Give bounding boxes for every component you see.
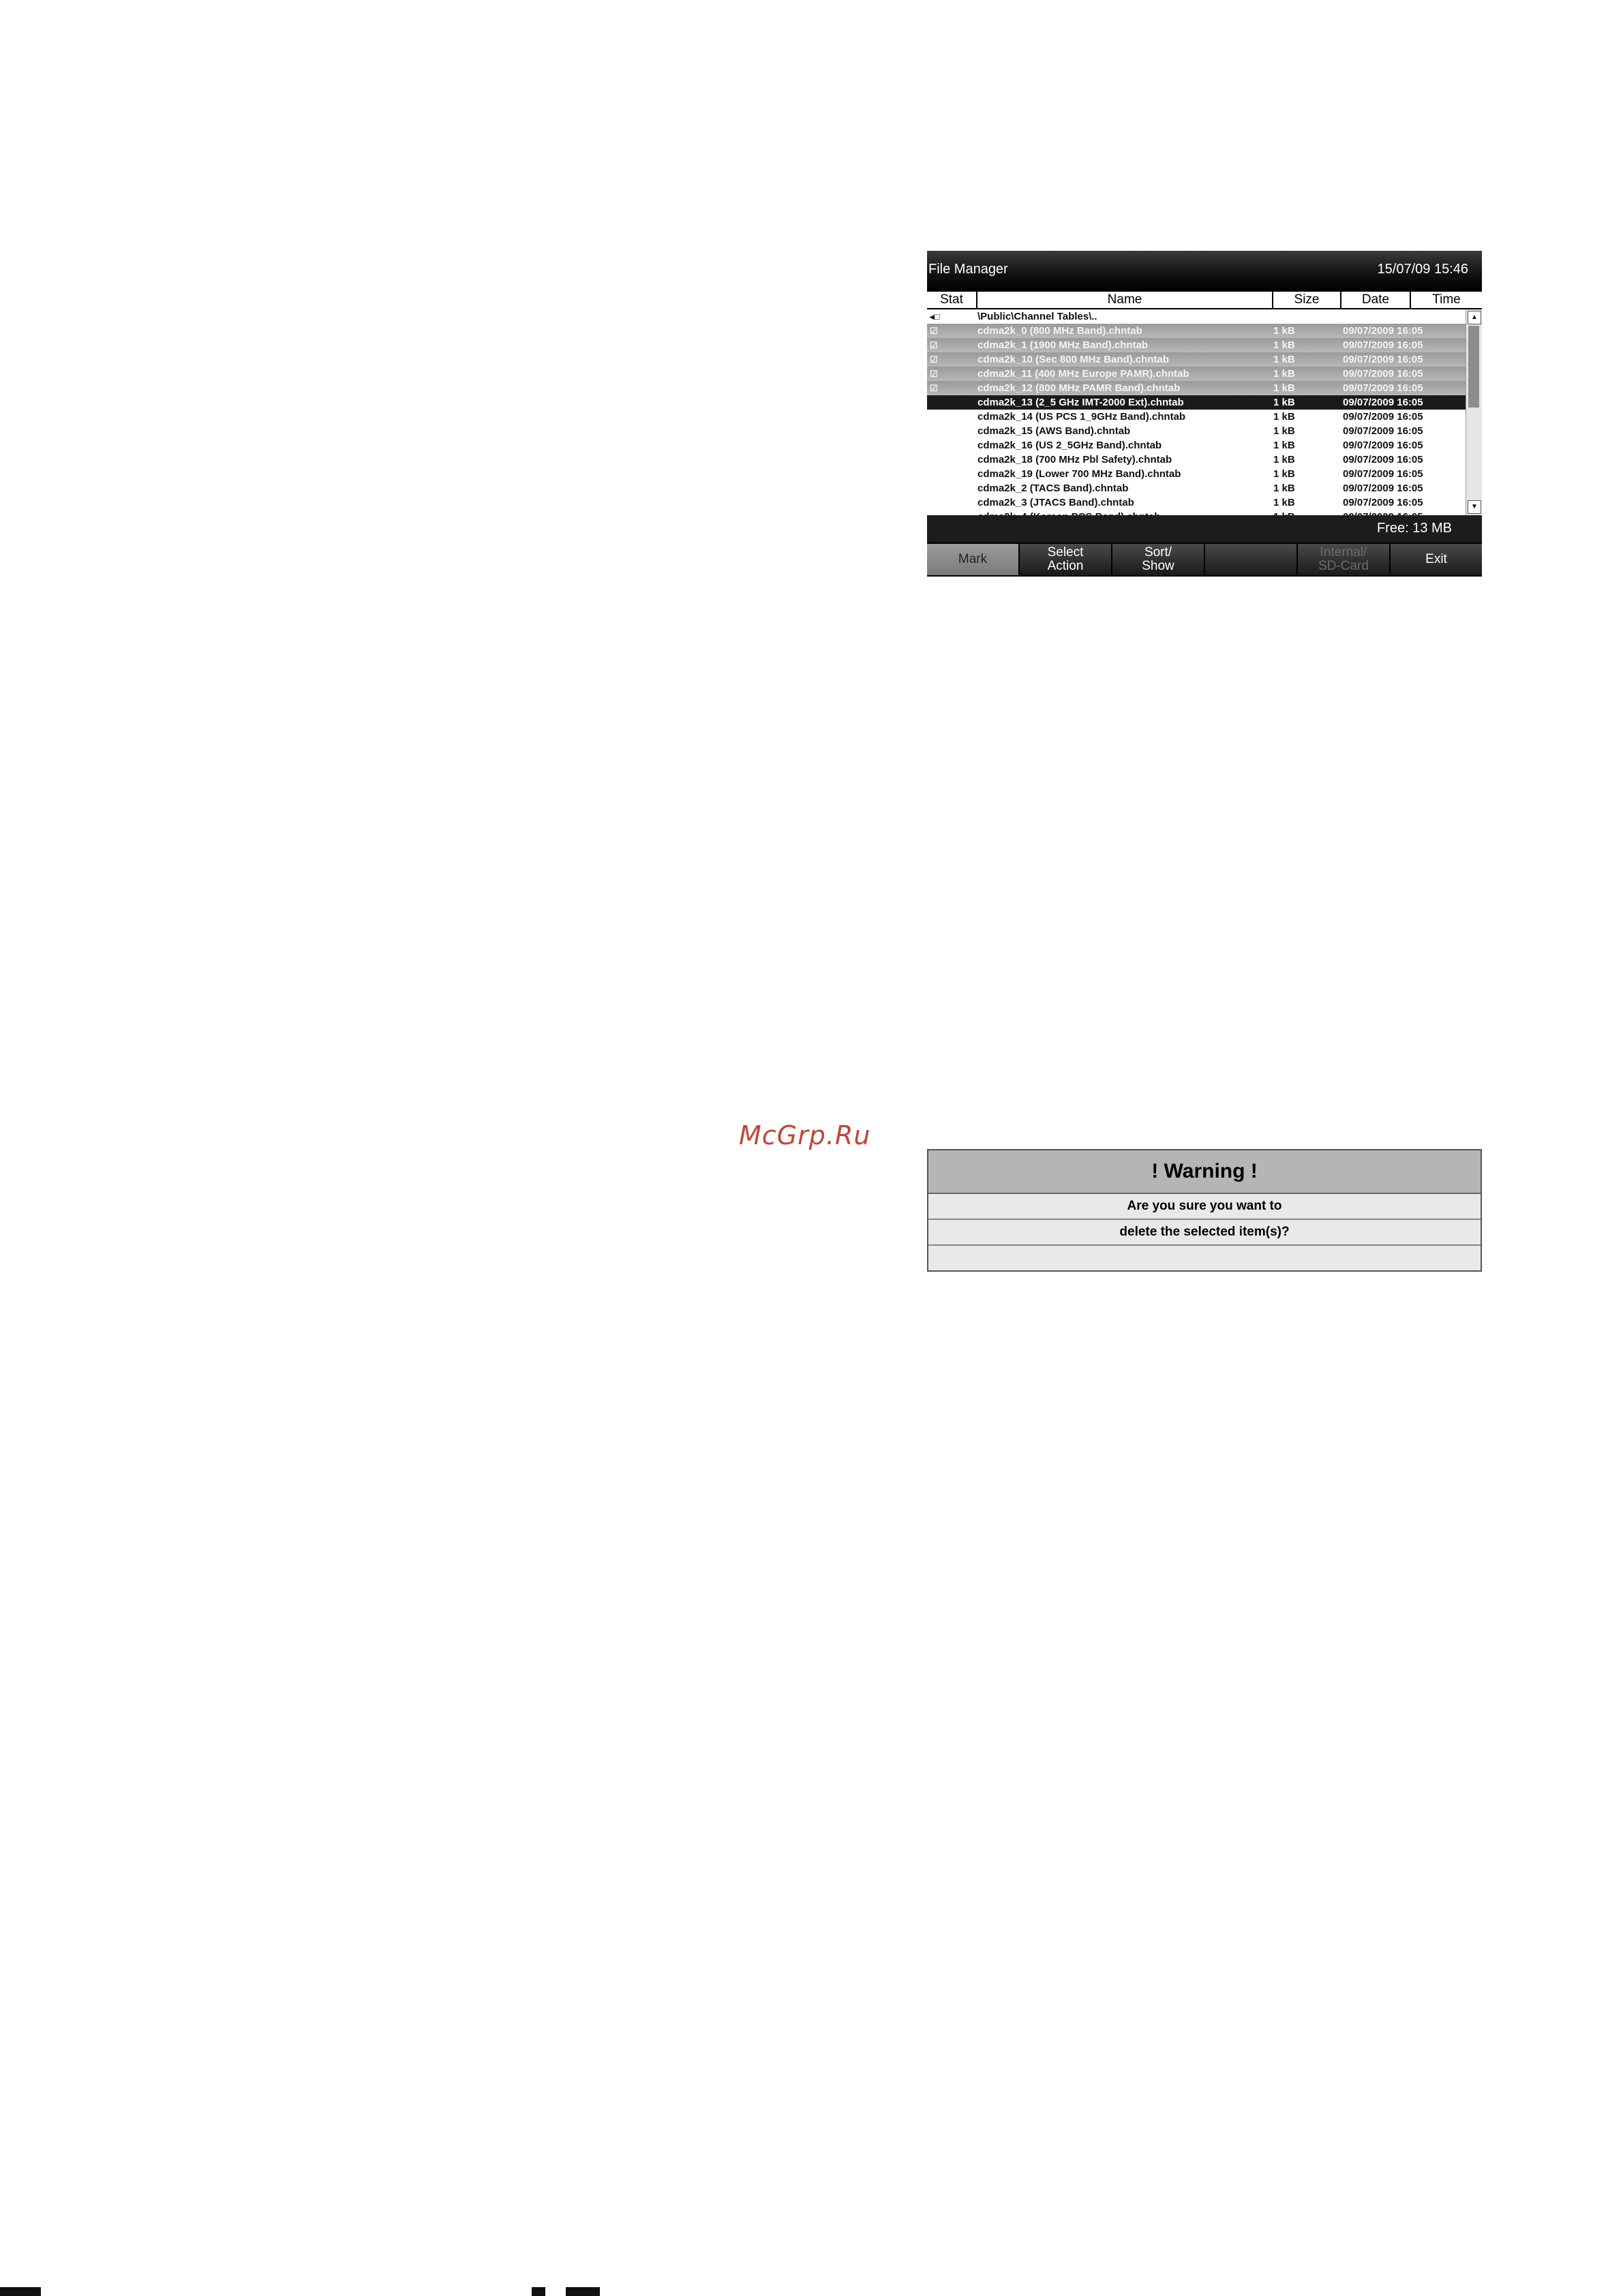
file-datetime: 09/07/2009 16:05 xyxy=(1343,397,1423,408)
column-header-time[interactable]: Time xyxy=(1411,292,1482,307)
free-space: Free: 13 MB xyxy=(1376,521,1452,536)
warning-dialog: ! Warning ! Are you sure you want to del… xyxy=(927,1149,1482,1272)
file-name: cdma2k_0 (800 MHz Band).chntab xyxy=(977,325,1142,337)
file-row[interactable]: cdma2k_18 (700 MHz Pbl Safety).chntab 1 k… xyxy=(927,453,1466,467)
mark-checkbox-icon: ☑ xyxy=(930,354,938,365)
status-bar: Free: 13 MB xyxy=(927,515,1482,542)
file-row[interactable]: ☑ cdma2k_0 (800 MHz Band).chntab 1 kB 09/07… xyxy=(927,324,1466,338)
file-size: 1 kB xyxy=(1273,339,1295,351)
cut-off-fragments xyxy=(0,2282,1623,2296)
file-list[interactable]: ◂□ \Public\Channel Tables\.. ☑ cdma2k_0 (… xyxy=(927,309,1466,594)
file-row[interactable]: ☑ cdma2k_1 (1900 MHz Band).chntab 1 kB 09/0… xyxy=(927,338,1466,352)
warning-title: ! Warning ! xyxy=(928,1150,1481,1194)
file-size: 1 kB xyxy=(1273,425,1295,437)
file-datetime: 09/07/2009 16:05 xyxy=(1343,325,1423,337)
scrollbar[interactable]: ▲ ▼ xyxy=(1466,309,1482,515)
file-datetime: 09/07/2009 16:05 xyxy=(1343,382,1423,394)
exit-button[interactable]: Exit xyxy=(1391,544,1482,575)
file-datetime: 09/07/2009 16:05 xyxy=(1343,454,1423,465)
column-headers: Stat Name Size Date Time xyxy=(927,292,1482,309)
file-manager-window: File Manager 15/07/09 15:46 Stat Name Si… xyxy=(927,251,1482,667)
warning-message-line-2: delete the selected item(s)? xyxy=(928,1220,1481,1246)
scroll-thumb[interactable] xyxy=(1468,326,1479,408)
softkey-bar: Mark Select Action Sort/ Show Internal/ … xyxy=(927,542,1482,667)
file-size: 1 kB xyxy=(1273,382,1295,394)
file-datetime: 09/07/2009 16:05 xyxy=(1343,425,1423,437)
warning-message-line-1: Are you sure you want to xyxy=(928,1194,1481,1220)
mark-button[interactable]: Mark xyxy=(927,544,1018,575)
file-size: 1 kB xyxy=(1273,325,1295,337)
file-name: cdma2k_1 (1900 MHz Band).chntab xyxy=(977,339,1149,351)
scroll-down-icon[interactable]: ▼ xyxy=(1468,500,1481,514)
file-name: cdma2k_16 (US 2_5GHz Band).chntab xyxy=(977,440,1162,451)
file-datetime: 09/07/2009 16:05 xyxy=(1343,368,1423,380)
parent-folder-row[interactable]: ◂□ \Public\Channel Tables\.. xyxy=(927,309,1466,324)
file-name: cdma2k_2 (TACS Band).chntab xyxy=(977,483,1129,494)
file-row[interactable]: ☑ cdma2k_11 (400 MHz Europe PAMR).chntab 1… xyxy=(927,367,1466,381)
title-bar: File Manager 15/07/09 15:46 xyxy=(927,251,1482,292)
file-size: 1 kB xyxy=(1273,483,1295,494)
file-row[interactable]: cdma2k_13 (2_5 GHz IMT-2000 Ext).chntab 1… xyxy=(927,395,1466,410)
file-name: cdma2k_10 (Sec 800 MHz Band).chntab xyxy=(977,354,1169,365)
file-name: cdma2k_19 (Lower 700 MHz Band).chntab xyxy=(977,468,1181,480)
file-datetime: 09/07/2009 16:05 xyxy=(1343,440,1423,451)
file-datetime: 09/07/2009 16:05 xyxy=(1343,497,1423,508)
watermark-text: McGrp.Ru xyxy=(739,1120,871,1150)
file-name: cdma2k_11 (400 MHz Europe PAMR).chntab xyxy=(977,368,1189,380)
mark-checkbox-icon: ☑ xyxy=(930,383,938,393)
file-datetime: 09/07/2009 16:05 xyxy=(1343,483,1423,494)
file-row[interactable]: ☑ cdma2k_10 (Sec 800 MHz Band).chntab 1 kB… xyxy=(927,352,1466,367)
sort-show-button[interactable]: Sort/ Show xyxy=(1112,544,1204,575)
column-header-date[interactable]: Date xyxy=(1341,292,1410,307)
file-size: 1 kB xyxy=(1273,440,1295,451)
mark-checkbox-icon: ☑ xyxy=(930,326,938,336)
file-name: cdma2k_12 (800 MHz PAMR Band).chntab xyxy=(977,382,1181,394)
column-header-size[interactable]: Size xyxy=(1273,292,1340,307)
file-size: 1 kB xyxy=(1273,454,1295,465)
file-row[interactable]: cdma2k_16 (US 2_5GHz Band).chntab 1 kB 09/… xyxy=(927,438,1466,453)
blank-softkey[interactable] xyxy=(1205,544,1296,575)
column-header-stat[interactable]: Stat xyxy=(927,292,976,307)
file-name: cdma2k_18 (700 MHz Pbl Safety).chntab xyxy=(977,454,1172,465)
file-datetime: 09/07/2009 16:05 xyxy=(1343,354,1423,365)
file-row[interactable]: ☑ cdma2k_12 (800 MHz PAMR Band).chntab 1 k… xyxy=(927,381,1466,395)
file-size: 1 kB xyxy=(1273,497,1295,508)
file-row[interactable]: cdma2k_19 (Lower 700 MHz Band).chntab 1 k… xyxy=(927,467,1466,481)
file-name: cdma2k_15 (AWS Band).chntab xyxy=(977,425,1131,437)
clock: 15/07/09 15:46 xyxy=(1377,262,1468,277)
window-title: File Manager xyxy=(928,262,1008,277)
file-name: cdma2k_3 (JTACS Band).chntab xyxy=(977,497,1134,508)
mark-checkbox-icon: ☑ xyxy=(930,369,938,379)
file-row[interactable]: cdma2k_14 (US PCS 1_9GHz Band).chntab 1 k… xyxy=(927,410,1466,424)
file-name: cdma2k_14 (US PCS 1_9GHz Band).chntab xyxy=(977,411,1186,423)
file-name: cdma2k_13 (2_5 GHz IMT-2000 Ext).chntab xyxy=(977,397,1184,408)
file-size: 1 kB xyxy=(1273,354,1295,365)
file-row[interactable]: cdma2k_2 (TACS Band).chntab 1 kB 09/07/200… xyxy=(927,481,1466,495)
select-action-button[interactable]: Select Action xyxy=(1020,544,1111,575)
file-datetime: 09/07/2009 16:05 xyxy=(1343,411,1423,423)
folder-up-icon: ◂□ xyxy=(930,311,940,322)
file-size: 1 kB xyxy=(1273,468,1295,480)
file-row[interactable]: cdma2k_15 (AWS Band).chntab 1 kB 09/07/200… xyxy=(927,424,1466,438)
file-size: 1 kB xyxy=(1273,397,1295,408)
mark-checkbox-icon: ☑ xyxy=(930,340,938,350)
file-datetime: 09/07/2009 16:05 xyxy=(1343,339,1423,351)
scroll-up-icon[interactable]: ▲ xyxy=(1468,311,1481,324)
warning-empty-line xyxy=(928,1246,1481,1270)
file-row[interactable]: cdma2k_3 (JTACS Band).chntab 1 kB 09/07/20… xyxy=(927,495,1466,510)
file-datetime: 09/07/2009 16:05 xyxy=(1343,468,1423,480)
column-header-name[interactable]: Name xyxy=(977,292,1272,307)
file-size: 1 kB xyxy=(1273,368,1295,380)
internal-sd-card-button[interactable]: Internal/ SD-Card xyxy=(1298,544,1389,575)
file-size: 1 kB xyxy=(1273,411,1295,423)
current-path: \Public\Channel Tables\.. xyxy=(977,311,1097,322)
